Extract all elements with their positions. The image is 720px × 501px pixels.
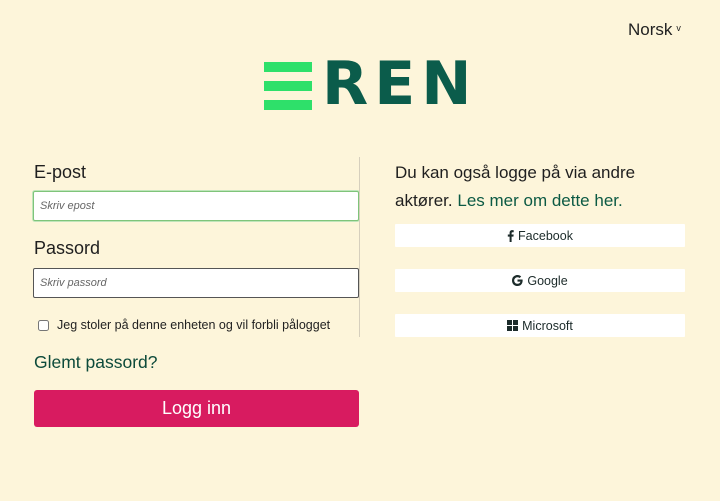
microsoft-label: Microsoft bbox=[522, 318, 573, 333]
alternative-login-text: Du kan også logge på via andre aktører. … bbox=[395, 159, 695, 215]
facebook-label: Facebook bbox=[518, 228, 573, 243]
language-label: Norsk bbox=[628, 20, 673, 39]
logo-text: REN bbox=[322, 49, 478, 119]
google-login-button[interactable]: Google bbox=[395, 269, 685, 292]
microsoft-icon bbox=[507, 320, 519, 331]
email-field[interactable] bbox=[33, 191, 359, 221]
remember-device[interactable]: Jeg stoler på denne enheten og vil forbl… bbox=[38, 318, 330, 332]
language-selector[interactable]: Norsk v bbox=[628, 20, 681, 40]
read-more-link[interactable]: Les mer om dette her. bbox=[457, 191, 622, 210]
email-label: E-post bbox=[34, 162, 87, 182]
login-button[interactable]: Logg inn bbox=[34, 390, 359, 427]
facebook-icon bbox=[507, 229, 514, 242]
google-icon bbox=[512, 275, 523, 286]
forgot-password-link[interactable]: Glemt passord? bbox=[34, 352, 158, 373]
password-label: Passord bbox=[34, 238, 101, 258]
remember-checkbox[interactable] bbox=[38, 319, 49, 331]
remember-label: Jeg stoler på denne enheten og vil forbl… bbox=[57, 318, 331, 332]
column-divider bbox=[359, 157, 360, 337]
logo-bars-icon bbox=[264, 62, 312, 110]
google-label: Google bbox=[527, 273, 568, 288]
password-field[interactable] bbox=[33, 268, 359, 298]
chevron-down-icon: v bbox=[676, 23, 681, 33]
facebook-login-button[interactable]: Facebook bbox=[395, 224, 685, 247]
microsoft-login-button[interactable]: Microsoft bbox=[395, 314, 685, 337]
